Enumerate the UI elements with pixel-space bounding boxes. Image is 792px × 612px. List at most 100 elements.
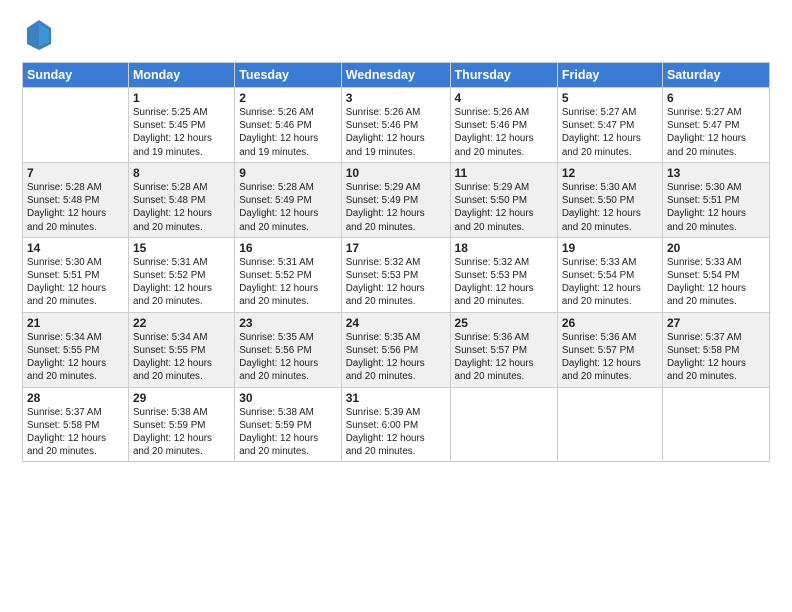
day-number: 23 [239, 316, 337, 330]
day-number: 28 [27, 391, 124, 405]
header [22, 18, 770, 52]
day-info: Sunrise: 5:30 AM Sunset: 5:51 PM Dayligh… [27, 256, 124, 309]
calendar-cell: 27Sunrise: 5:37 AM Sunset: 5:58 PM Dayli… [662, 312, 769, 387]
calendar-cell: 16Sunrise: 5:31 AM Sunset: 5:52 PM Dayli… [235, 237, 342, 312]
day-info: Sunrise: 5:31 AM Sunset: 5:52 PM Dayligh… [133, 256, 230, 309]
calendar-cell: 22Sunrise: 5:34 AM Sunset: 5:55 PM Dayli… [128, 312, 234, 387]
day-number: 9 [239, 166, 337, 180]
logo [22, 18, 53, 52]
calendar-week-2: 7Sunrise: 5:28 AM Sunset: 5:48 PM Daylig… [23, 162, 770, 237]
calendar-cell [23, 88, 129, 163]
day-info: Sunrise: 5:28 AM Sunset: 5:49 PM Dayligh… [239, 181, 337, 234]
calendar-cell: 13Sunrise: 5:30 AM Sunset: 5:51 PM Dayli… [662, 162, 769, 237]
day-info: Sunrise: 5:34 AM Sunset: 5:55 PM Dayligh… [133, 331, 230, 384]
calendar-cell: 24Sunrise: 5:35 AM Sunset: 5:56 PM Dayli… [341, 312, 450, 387]
weekday-header-saturday: Saturday [662, 63, 769, 88]
weekday-header-thursday: Thursday [450, 63, 557, 88]
day-info: Sunrise: 5:38 AM Sunset: 5:59 PM Dayligh… [133, 406, 230, 459]
day-info: Sunrise: 5:30 AM Sunset: 5:51 PM Dayligh… [667, 181, 765, 234]
calendar-cell: 20Sunrise: 5:33 AM Sunset: 5:54 PM Dayli… [662, 237, 769, 312]
day-number: 11 [455, 166, 553, 180]
day-info: Sunrise: 5:36 AM Sunset: 5:57 PM Dayligh… [455, 331, 553, 384]
day-number: 31 [346, 391, 446, 405]
logo-icon [25, 18, 53, 52]
day-info: Sunrise: 5:35 AM Sunset: 5:56 PM Dayligh… [346, 331, 446, 384]
day-info: Sunrise: 5:25 AM Sunset: 5:45 PM Dayligh… [133, 106, 230, 159]
calendar-cell: 8Sunrise: 5:28 AM Sunset: 5:48 PM Daylig… [128, 162, 234, 237]
day-number: 4 [455, 91, 553, 105]
calendar-cell [450, 387, 557, 462]
calendar-table: SundayMondayTuesdayWednesdayThursdayFrid… [22, 62, 770, 462]
calendar-cell: 31Sunrise: 5:39 AM Sunset: 6:00 PM Dayli… [341, 387, 450, 462]
calendar-week-5: 28Sunrise: 5:37 AM Sunset: 5:58 PM Dayli… [23, 387, 770, 462]
day-number: 24 [346, 316, 446, 330]
weekday-header-sunday: Sunday [23, 63, 129, 88]
day-number: 17 [346, 241, 446, 255]
day-info: Sunrise: 5:26 AM Sunset: 5:46 PM Dayligh… [346, 106, 446, 159]
calendar-cell: 4Sunrise: 5:26 AM Sunset: 5:46 PM Daylig… [450, 88, 557, 163]
calendar-week-4: 21Sunrise: 5:34 AM Sunset: 5:55 PM Dayli… [23, 312, 770, 387]
weekday-header-friday: Friday [557, 63, 662, 88]
calendar-cell: 3Sunrise: 5:26 AM Sunset: 5:46 PM Daylig… [341, 88, 450, 163]
day-number: 29 [133, 391, 230, 405]
day-number: 6 [667, 91, 765, 105]
weekday-header-wednesday: Wednesday [341, 63, 450, 88]
day-number: 27 [667, 316, 765, 330]
calendar-week-3: 14Sunrise: 5:30 AM Sunset: 5:51 PM Dayli… [23, 237, 770, 312]
calendar-cell: 7Sunrise: 5:28 AM Sunset: 5:48 PM Daylig… [23, 162, 129, 237]
calendar-week-1: 1Sunrise: 5:25 AM Sunset: 5:45 PM Daylig… [23, 88, 770, 163]
calendar-cell: 28Sunrise: 5:37 AM Sunset: 5:58 PM Dayli… [23, 387, 129, 462]
calendar-cell: 21Sunrise: 5:34 AM Sunset: 5:55 PM Dayli… [23, 312, 129, 387]
day-info: Sunrise: 5:30 AM Sunset: 5:50 PM Dayligh… [562, 181, 658, 234]
day-number: 16 [239, 241, 337, 255]
calendar-cell: 23Sunrise: 5:35 AM Sunset: 5:56 PM Dayli… [235, 312, 342, 387]
day-info: Sunrise: 5:37 AM Sunset: 5:58 PM Dayligh… [667, 331, 765, 384]
day-info: Sunrise: 5:32 AM Sunset: 5:53 PM Dayligh… [346, 256, 446, 309]
day-number: 18 [455, 241, 553, 255]
calendar-cell: 5Sunrise: 5:27 AM Sunset: 5:47 PM Daylig… [557, 88, 662, 163]
calendar-cell: 17Sunrise: 5:32 AM Sunset: 5:53 PM Dayli… [341, 237, 450, 312]
day-info: Sunrise: 5:27 AM Sunset: 5:47 PM Dayligh… [562, 106, 658, 159]
calendar-cell: 15Sunrise: 5:31 AM Sunset: 5:52 PM Dayli… [128, 237, 234, 312]
day-number: 7 [27, 166, 124, 180]
day-info: Sunrise: 5:26 AM Sunset: 5:46 PM Dayligh… [455, 106, 553, 159]
day-info: Sunrise: 5:28 AM Sunset: 5:48 PM Dayligh… [27, 181, 124, 234]
day-number: 15 [133, 241, 230, 255]
calendar-cell: 30Sunrise: 5:38 AM Sunset: 5:59 PM Dayli… [235, 387, 342, 462]
calendar-cell: 29Sunrise: 5:38 AM Sunset: 5:59 PM Dayli… [128, 387, 234, 462]
day-info: Sunrise: 5:33 AM Sunset: 5:54 PM Dayligh… [667, 256, 765, 309]
calendar-cell: 19Sunrise: 5:33 AM Sunset: 5:54 PM Dayli… [557, 237, 662, 312]
day-number: 20 [667, 241, 765, 255]
day-info: Sunrise: 5:32 AM Sunset: 5:53 PM Dayligh… [455, 256, 553, 309]
day-info: Sunrise: 5:29 AM Sunset: 5:50 PM Dayligh… [455, 181, 553, 234]
day-number: 30 [239, 391, 337, 405]
day-info: Sunrise: 5:29 AM Sunset: 5:49 PM Dayligh… [346, 181, 446, 234]
day-info: Sunrise: 5:28 AM Sunset: 5:48 PM Dayligh… [133, 181, 230, 234]
day-number: 21 [27, 316, 124, 330]
day-number: 12 [562, 166, 658, 180]
calendar-cell: 9Sunrise: 5:28 AM Sunset: 5:49 PM Daylig… [235, 162, 342, 237]
day-info: Sunrise: 5:37 AM Sunset: 5:58 PM Dayligh… [27, 406, 124, 459]
day-number: 5 [562, 91, 658, 105]
day-number: 26 [562, 316, 658, 330]
day-info: Sunrise: 5:31 AM Sunset: 5:52 PM Dayligh… [239, 256, 337, 309]
weekday-header-tuesday: Tuesday [235, 63, 342, 88]
day-info: Sunrise: 5:33 AM Sunset: 5:54 PM Dayligh… [562, 256, 658, 309]
weekday-header-row: SundayMondayTuesdayWednesdayThursdayFrid… [23, 63, 770, 88]
day-number: 1 [133, 91, 230, 105]
calendar-cell: 25Sunrise: 5:36 AM Sunset: 5:57 PM Dayli… [450, 312, 557, 387]
calendar-cell: 6Sunrise: 5:27 AM Sunset: 5:47 PM Daylig… [662, 88, 769, 163]
day-info: Sunrise: 5:34 AM Sunset: 5:55 PM Dayligh… [27, 331, 124, 384]
day-number: 3 [346, 91, 446, 105]
day-number: 19 [562, 241, 658, 255]
day-number: 8 [133, 166, 230, 180]
calendar-cell: 18Sunrise: 5:32 AM Sunset: 5:53 PM Dayli… [450, 237, 557, 312]
calendar-cell: 14Sunrise: 5:30 AM Sunset: 5:51 PM Dayli… [23, 237, 129, 312]
day-info: Sunrise: 5:39 AM Sunset: 6:00 PM Dayligh… [346, 406, 446, 459]
day-info: Sunrise: 5:36 AM Sunset: 5:57 PM Dayligh… [562, 331, 658, 384]
weekday-header-monday: Monday [128, 63, 234, 88]
day-info: Sunrise: 5:26 AM Sunset: 5:46 PM Dayligh… [239, 106, 337, 159]
calendar-cell: 1Sunrise: 5:25 AM Sunset: 5:45 PM Daylig… [128, 88, 234, 163]
day-number: 10 [346, 166, 446, 180]
day-number: 2 [239, 91, 337, 105]
